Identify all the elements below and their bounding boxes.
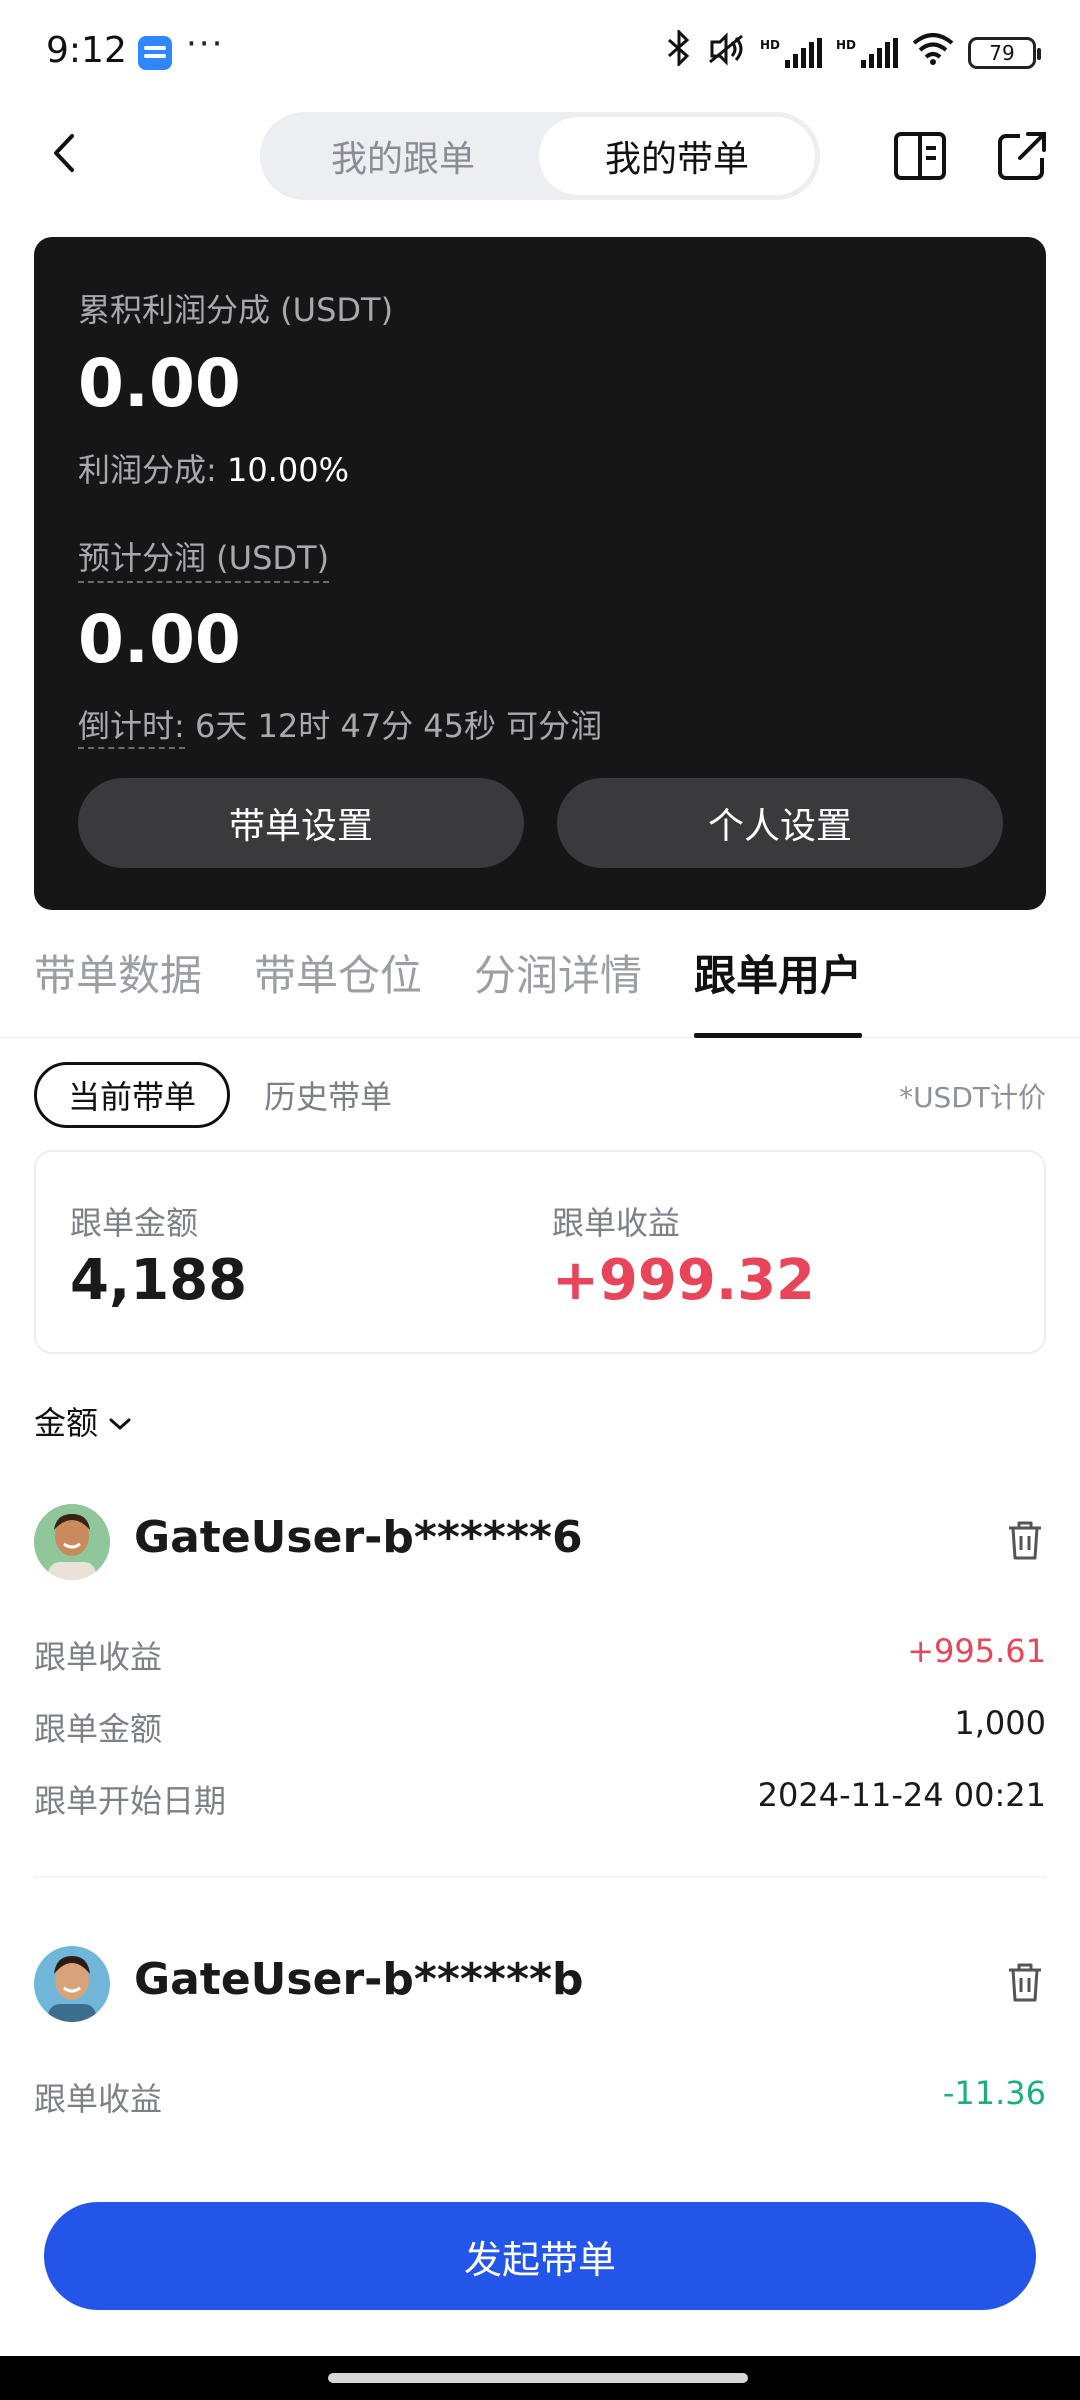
delete-icon[interactable] xyxy=(1003,1960,1047,2004)
bluetooth-icon xyxy=(666,28,692,75)
home-indicator[interactable] xyxy=(328,2373,748,2383)
avatar xyxy=(34,1504,110,1580)
cum-profit-value: 0.00 xyxy=(78,345,241,422)
book-icon[interactable] xyxy=(892,128,948,184)
follow-start-date-value: 2024-11-24 00:21 xyxy=(757,1776,1046,1814)
follow-profit-label: 跟单收益 xyxy=(34,1638,163,1676)
follow-profit-value: +999.32 xyxy=(552,1248,816,1313)
tab-followers[interactable]: 跟单用户 xyxy=(694,942,863,1038)
battery-icon: 79 xyxy=(968,36,1041,69)
countdown-value: 6天 12时 47分 45秒 可分润 xyxy=(184,707,603,745)
avatar xyxy=(34,1946,110,2022)
top-header: 我的跟单 我的带单 xyxy=(0,100,1080,210)
start-lead-button[interactable]: 发起带单 xyxy=(44,2202,1036,2310)
tab-lead-data[interactable]: 带单数据 xyxy=(34,942,202,1038)
follow-profit-value: -11.36 xyxy=(942,2074,1046,2112)
follow-profit-label: 跟单收益 xyxy=(34,2080,163,2118)
tab-lead-positions[interactable]: 带单仓位 xyxy=(254,942,422,1038)
signal-icon: HD xyxy=(836,37,898,68)
divider xyxy=(34,1876,1046,1878)
follower-name: GateUser-b******6 xyxy=(134,1512,583,1563)
follow-start-date-label: 跟单开始日期 xyxy=(34,1782,227,1820)
est-profit-value: 0.00 xyxy=(78,601,241,678)
lead-summary-card: 累积利润分成 (USDT) 0.00 利润分成: 10.00% 预计分润 (US… xyxy=(34,237,1046,910)
filter-current-lead[interactable]: 当前带单 xyxy=(34,1062,230,1128)
mode-switch: 我的跟单 我的带单 xyxy=(260,112,820,200)
wifi-icon xyxy=(912,33,954,72)
lead-settings-button[interactable]: 带单设置 xyxy=(78,778,524,868)
personal-settings-button[interactable]: 个人设置 xyxy=(557,778,1003,868)
chevron-down-icon xyxy=(108,1402,132,1440)
profit-share-label: 利润分成: xyxy=(78,451,227,489)
sort-label: 金额 xyxy=(34,1404,99,1442)
section-tabs: 带单数据 带单仓位 分润详情 跟单用户 xyxy=(0,930,1080,1038)
tab-my-lead[interactable]: 我的带单 xyxy=(539,117,815,195)
countdown-row: 倒计时: 6天 12时 47分 45秒 可分润 xyxy=(78,701,603,749)
sort-dropdown[interactable]: 金额 xyxy=(34,1398,132,1444)
status-bar: 9:12 ··· HD HD 79 xyxy=(0,0,1080,100)
follow-amount-value: 1,000 xyxy=(954,1704,1046,1742)
profit-share-row: 利润分成: 10.00% xyxy=(78,445,349,491)
signal-icon: HD xyxy=(760,37,822,68)
follower-name: GateUser-b******b xyxy=(134,1954,584,2005)
follow-amount-value: 4,188 xyxy=(70,1248,248,1313)
tab-my-follow[interactable]: 我的跟单 xyxy=(265,117,541,195)
back-icon[interactable] xyxy=(44,128,84,178)
follow-profit-value: +995.61 xyxy=(907,1632,1046,1670)
profit-share-value: 10.00% xyxy=(226,451,349,489)
est-profit-label[interactable]: 预计分润 (USDT) xyxy=(78,533,330,583)
mute-icon xyxy=(706,32,746,73)
follow-amount-label: 跟单金额 xyxy=(34,1710,163,1748)
usdt-pricing-note: *USDT计价 xyxy=(899,1081,1046,1114)
follow-summary-box: 跟单金额 4,188 跟单收益 +999.32 xyxy=(34,1150,1046,1354)
delete-icon[interactable] xyxy=(1003,1518,1047,1562)
status-time: 9:12 xyxy=(46,30,127,71)
tab-profit-share-details[interactable]: 分润详情 xyxy=(474,942,642,1038)
follow-amount-label: 跟单金额 xyxy=(70,1204,199,1242)
app-icon xyxy=(138,36,172,70)
countdown-label[interactable]: 倒计时: xyxy=(78,707,185,749)
share-icon[interactable] xyxy=(994,128,1050,184)
filter-history-lead[interactable]: 历史带单 xyxy=(264,1072,392,1118)
more-notifications-icon: ··· xyxy=(186,24,225,64)
cum-profit-label: 累积利润分成 (USDT) xyxy=(78,291,394,329)
follow-profit-label: 跟单收益 xyxy=(552,1204,681,1242)
